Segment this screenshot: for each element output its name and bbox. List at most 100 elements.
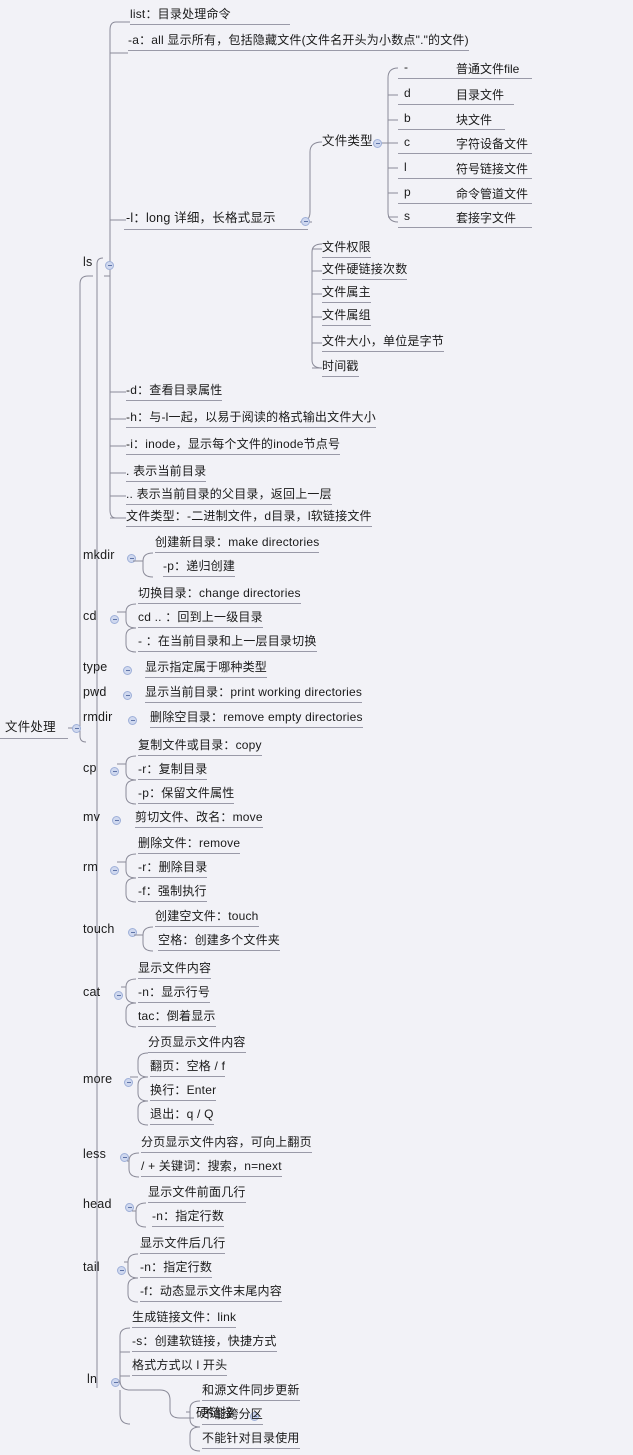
node-ls-h[interactable]: -h：与-l一起，以易于阅读的格式输出文件大小 xyxy=(126,410,376,428)
filetype-desc: 字符设备文件 xyxy=(456,137,529,151)
node-more-page[interactable]: 翻页：空格 / f xyxy=(150,1059,226,1077)
node-rm-f[interactable]: -f：强制执行 xyxy=(138,884,207,902)
node-cp-p[interactable]: -p：保留文件属性 xyxy=(138,786,235,804)
node-cat-tac[interactable]: tac：倒着显示 xyxy=(138,1009,216,1027)
node-ls-d[interactable]: -d：查看目录属性 xyxy=(126,383,223,401)
node-ls-dot[interactable]: . 表示当前目录 xyxy=(126,464,207,482)
collapse-toggle-filetype[interactable] xyxy=(373,139,382,148)
node-touch-space[interactable]: 空格：创建多个文件夹 xyxy=(158,933,281,951)
branch-label-rm[interactable]: rm xyxy=(83,860,98,877)
node-cat-n[interactable]: -n：显示行号 xyxy=(138,985,211,1003)
branch-label-ln[interactable]: ln xyxy=(87,1372,97,1389)
collapse-toggle-touch[interactable] xyxy=(128,928,137,937)
node-cd-dash[interactable]: - ：在当前目录和上一层目录切换 xyxy=(138,634,317,652)
branch-label-cat[interactable]: cat xyxy=(83,985,100,1002)
filetype-letter: c xyxy=(404,135,410,149)
node-ls-list[interactable]: list：目录处理命令 xyxy=(130,7,290,25)
node-hardlink-nopartition[interactable]: 不能跨分区 xyxy=(202,1407,264,1425)
node-hardlink-nodir[interactable]: 不能针对目录使用 xyxy=(202,1431,300,1449)
collapse-toggle-pwd[interactable] xyxy=(123,691,132,700)
filetype-row-underline xyxy=(398,203,532,204)
collapse-toggle-mv[interactable] xyxy=(112,816,121,825)
filetype-row-underline xyxy=(398,104,514,105)
node-cp-r[interactable]: -r：复制目录 xyxy=(138,762,208,780)
node-ls-a[interactable]: -a：all 显示所有，包括隐藏文件(文件名开头为小数点"."的文件) xyxy=(128,33,469,51)
collapse-toggle-more[interactable] xyxy=(124,1078,133,1087)
branch-label-mkdir[interactable]: mkdir xyxy=(83,548,115,565)
collapse-toggle-cat[interactable] xyxy=(114,991,123,1000)
node-pwd-desc[interactable]: 显示当前目录：print working directories xyxy=(145,685,363,703)
collapse-toggle-rmdir[interactable] xyxy=(128,716,137,725)
node-ls-i[interactable]: -i：inode，显示每个文件的inode节点号 xyxy=(126,437,341,455)
node-more-desc[interactable]: 分页显示文件内容 xyxy=(148,1035,246,1053)
collapse-toggle-root[interactable] xyxy=(72,724,81,733)
collapse-toggle-ls-l[interactable] xyxy=(301,217,310,226)
node-cd-updir[interactable]: cd .. ：回到上一级目录 xyxy=(138,610,263,628)
node-hardlink-count[interactable]: 文件硬链接次数 xyxy=(322,262,408,280)
node-less-desc[interactable]: 分页显示文件内容，可向上翻页 xyxy=(141,1135,312,1153)
branch-label-rmdir[interactable]: rmdir xyxy=(83,710,112,727)
node-ls-filetypes[interactable]: 文件类型：-二进制文件，d目录，l软链接文件 xyxy=(126,509,372,527)
node-rmdir-desc[interactable]: 删除空目录：remove empty directories xyxy=(150,710,363,728)
branch-label-head[interactable]: head xyxy=(83,1197,112,1214)
node-cp-desc[interactable]: 复制文件或目录：copy xyxy=(138,738,262,756)
branch-label-type[interactable]: type xyxy=(83,660,107,677)
node-file-size[interactable]: 文件大小，单位是字节 xyxy=(322,334,445,352)
node-filetype-group[interactable]: 文件类型 xyxy=(322,134,373,151)
node-ln-format[interactable]: 格式方式以 l 开头 xyxy=(132,1358,228,1376)
node-type-desc[interactable]: 显示指定属于哪种类型 xyxy=(145,660,268,678)
node-tail-f[interactable]: -f：动态显示文件末尾内容 xyxy=(140,1284,282,1302)
node-ls-l[interactable]: -l：long 详细，长格式显示 xyxy=(126,211,276,228)
collapse-toggle-tail[interactable] xyxy=(117,1266,126,1275)
node-head-n[interactable]: -n：指定行数 xyxy=(152,1209,225,1227)
node-ln-s[interactable]: -s：创建软链接，快捷方式 xyxy=(132,1334,277,1352)
filetype-row-underline xyxy=(398,78,532,79)
branch-label-less[interactable]: less xyxy=(83,1147,106,1164)
node-more-enter[interactable]: 换行：Enter xyxy=(150,1083,217,1101)
branch-label-cp[interactable]: cp xyxy=(83,761,97,778)
collapse-toggle-ls[interactable] xyxy=(105,261,114,270)
node-mkdir-desc[interactable]: 创建新目录：make directories xyxy=(155,535,320,553)
node-rm-desc[interactable]: 删除文件：remove xyxy=(138,836,241,854)
filetype-row-underline xyxy=(398,227,532,228)
filetype-desc: 目录文件 xyxy=(456,88,505,102)
filetype-letter: - xyxy=(404,60,408,74)
collapse-toggle-rm[interactable] xyxy=(110,866,119,875)
node-head-desc[interactable]: 显示文件前面几行 xyxy=(148,1185,246,1203)
node-file-group[interactable]: 文件属组 xyxy=(322,308,371,326)
node-file-owner[interactable]: 文件属主 xyxy=(322,285,371,303)
filetype-desc: 符号链接文件 xyxy=(456,162,529,176)
collapse-toggle-less[interactable] xyxy=(120,1153,129,1162)
node-more-quit[interactable]: 退出：q / Q xyxy=(150,1107,214,1125)
node-ls-dotdot[interactable]: .. 表示当前目录的父目录，返回上一层 xyxy=(126,487,332,505)
filetype-row-underline xyxy=(398,178,532,179)
branch-label-ls[interactable]: ls xyxy=(83,255,92,272)
node-less-search[interactable]: / + 关键词：搜索，n=next xyxy=(141,1159,282,1177)
collapse-toggle-mkdir[interactable] xyxy=(127,554,136,563)
node-tail-n[interactable]: -n：指定行数 xyxy=(140,1260,213,1278)
branch-label-cd[interactable]: cd xyxy=(83,609,97,626)
node-mkdir-p[interactable]: -p：递归创建 xyxy=(163,559,236,577)
branch-label-pwd[interactable]: pwd xyxy=(83,685,107,702)
node-cat-desc[interactable]: 显示文件内容 xyxy=(138,961,212,979)
node-ln-desc[interactable]: 生成链接文件：link xyxy=(132,1310,237,1328)
collapse-toggle-cp[interactable] xyxy=(110,767,119,776)
node-cd-desc[interactable]: 切换目录：change directories xyxy=(138,586,301,604)
collapse-toggle-type[interactable] xyxy=(123,666,132,675)
node-tail-desc[interactable]: 显示文件后几行 xyxy=(140,1236,226,1254)
node-file-permission[interactable]: 文件权限 xyxy=(322,240,371,258)
node-mv-desc[interactable]: 剪切文件、改名：move xyxy=(135,810,263,828)
node-rm-r[interactable]: -r：删除目录 xyxy=(138,860,208,878)
collapse-toggle-ln[interactable] xyxy=(111,1378,120,1387)
collapse-toggle-head[interactable] xyxy=(125,1203,134,1212)
branch-label-more[interactable]: more xyxy=(83,1072,112,1089)
node-hardlink-sync[interactable]: 和源文件同步更新 xyxy=(202,1383,300,1401)
node-touch-desc[interactable]: 创建空文件：touch xyxy=(155,909,259,927)
node-timestamp[interactable]: 时间戳 xyxy=(322,359,359,377)
node-ls-l-underline xyxy=(124,229,308,230)
root-node[interactable]: 文件处理 xyxy=(5,720,56,737)
collapse-toggle-cd[interactable] xyxy=(110,615,119,624)
branch-label-mv[interactable]: mv xyxy=(83,810,100,827)
branch-label-touch[interactable]: touch xyxy=(83,922,115,939)
branch-label-tail[interactable]: tail xyxy=(83,1260,100,1277)
